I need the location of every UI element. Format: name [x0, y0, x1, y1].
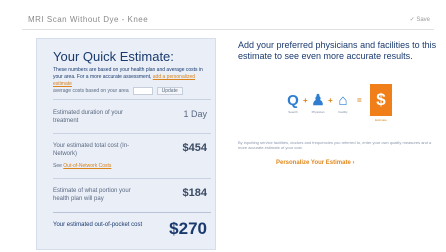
plus-icon: + [328, 96, 333, 105]
page-title: MRI Scan Without Dye - Knee [28, 15, 149, 24]
total-cost-value: $454 [182, 142, 207, 154]
average-cost-label: average costs based on your area [53, 88, 129, 94]
estimate-heading: Your Quick Estimate: [53, 49, 174, 64]
out-of-pocket-label: Your estimated out-of-pocket cost [53, 222, 143, 228]
dollar-caption: Estimate [375, 118, 387, 122]
estimate-formula-icons: Q Search + ♟ Physician + ⌂ Facility = $ … [284, 84, 394, 132]
out-of-network-prefix: See [53, 163, 62, 169]
total-cost-label: Your estimated total cost (In-Network) [53, 143, 130, 157]
update-button[interactable]: Update [156, 87, 183, 95]
title-divider [22, 29, 434, 30]
out-of-pocket-row: Your estimated out-of-pocket cost $270 [53, 219, 211, 243]
plan-pays-value: $184 [182, 187, 207, 199]
promo-description: By inputting service facilities, doctors… [238, 140, 432, 150]
personalize-estimate-link[interactable]: Personalize Your Estimate › [276, 160, 354, 166]
plan-pays-row: Estimate of what portion your health pla… [53, 187, 211, 207]
duration-value: 1 Day [183, 109, 207, 119]
search-icon: Q Search [287, 92, 299, 114]
out-of-network-link[interactable]: Out-of-Network Costs [63, 163, 111, 169]
dollar-icon: $ [370, 84, 392, 116]
plan-pays-label: Estimate of what portion your health pla… [53, 188, 131, 202]
window-title-bar: MRI Scan Without Dye - Knee ✓ Save [22, 12, 434, 28]
duration-row: Estimated duration of your treatment 1 D… [53, 109, 211, 129]
out-of-pocket-value: $270 [169, 219, 207, 238]
physician-icon: ♟ Physician [311, 92, 325, 114]
duration-label: Estimated duration of your treatment [53, 110, 124, 124]
divider [53, 212, 211, 213]
zip-input[interactable] [132, 87, 153, 95]
estimate-description: These numbers are based on your health p… [53, 67, 211, 88]
promo-heading: Add your preferred physicians and facili… [238, 40, 437, 61]
divider [53, 99, 211, 100]
personalize-promo: Add your preferred physicians and facili… [238, 40, 438, 166]
average-cost-row: average costs based on your area Update [53, 87, 183, 95]
divider [53, 133, 211, 134]
out-of-network-note: See Out-of-Network Costs [53, 163, 111, 169]
plus-icon: + [303, 96, 308, 105]
estimate-page: MRI Scan Without Dye - Knee ✓ Save Your … [0, 0, 446, 252]
save-link[interactable]: ✓ Save [410, 16, 430, 23]
divider [53, 178, 211, 179]
facility-icon: ⌂ Facility [338, 92, 348, 114]
equals-icon: = [357, 96, 362, 105]
total-cost-row: Your estimated total cost (In-Network) $… [53, 142, 211, 172]
quick-estimate-panel: Your Quick Estimate: These numbers are b… [36, 38, 216, 250]
